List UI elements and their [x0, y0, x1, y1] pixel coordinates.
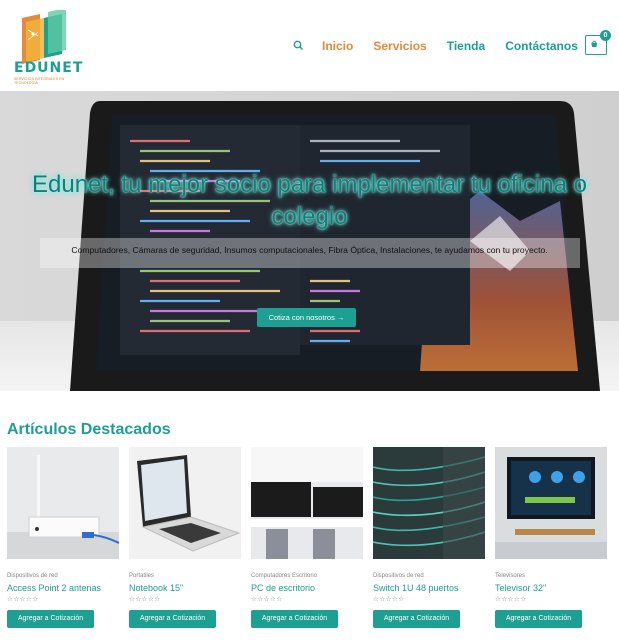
- add-to-quote-button[interactable]: Agregar a Cotización: [7, 610, 94, 628]
- product-name[interactable]: Notebook 15": [129, 583, 241, 593]
- featured-title: Artículos Destacados: [7, 421, 171, 438]
- product-card: Dispositivos de red Switch 1U 48 puertos…: [372, 447, 486, 628]
- add-to-quote-button[interactable]: Agregar a Cotización: [495, 610, 582, 628]
- site-header: EDUNET SERVICIOS INTEGRALES EN TECNOLOGÍ…: [0, 0, 619, 90]
- product-card: Portatiles Notebook 15" ☆☆☆☆☆ Agregar a …: [129, 447, 241, 628]
- product-name[interactable]: PC de escritorio: [251, 583, 363, 593]
- product-rating: ☆☆☆☆☆: [373, 596, 405, 603]
- nav-tienda[interactable]: Tienda: [447, 39, 485, 53]
- product-rating: ☆☆☆☆☆: [251, 596, 283, 603]
- hero-banner: Edunet, tu mejor socio para implementar …: [0, 91, 619, 391]
- product-card: Televisores Televisor 32" ☆☆☆☆☆ Agregar …: [495, 447, 607, 628]
- product-name[interactable]: Switch 1U 48 puertos: [373, 583, 485, 593]
- nav-inicio[interactable]: Inicio: [322, 39, 353, 53]
- hero-title: Edunet, tu mejor socio para implementar …: [32, 171, 587, 230]
- product-category: Dispositivos de red: [373, 573, 424, 579]
- product-rating: ☆☆☆☆☆: [129, 596, 161, 603]
- add-to-quote-button[interactable]: Agregar a Cotización: [129, 610, 216, 628]
- product-name[interactable]: Access Point 2 antenas: [7, 583, 119, 593]
- product-category: Televisores: [495, 573, 526, 579]
- cart-count-badge: 0: [600, 30, 611, 41]
- product-card: Dispositivos de red Access Point 2 anten…: [7, 447, 120, 628]
- tv-image[interactable]: [495, 447, 607, 559]
- brand-tagline: SERVICIOS INTEGRALES EN TECNOLOGÍA: [14, 77, 65, 85]
- desktop-pc-image[interactable]: [251, 447, 363, 559]
- cart-button[interactable]: 0: [585, 30, 611, 55]
- product-category: Dispositivos de red: [7, 573, 58, 579]
- nav-servicios[interactable]: Servicios: [373, 39, 426, 53]
- product-category: Portatiles: [129, 573, 155, 579]
- main-nav: Inicio Servicios Tienda Contáctanos: [290, 37, 598, 55]
- search-icon[interactable]: [290, 37, 308, 55]
- featured-products: Dispositivos de red Access Point 2 anten…: [7, 447, 619, 637]
- cotiza-button[interactable]: Cotiza con nosotros →: [257, 308, 356, 327]
- notebook-image[interactable]: [129, 447, 241, 559]
- nav-contactanos[interactable]: Contáctanos: [505, 39, 578, 53]
- brand-name: EDUNET: [14, 60, 84, 76]
- add-to-quote-button[interactable]: Agregar a Cotización: [251, 610, 338, 628]
- product-rating: ☆☆☆☆☆: [495, 596, 527, 603]
- switch-image[interactable]: [372, 447, 486, 559]
- product-category: Computadores Escritorio: [251, 573, 318, 579]
- hero-subtitle: Computadores, Cámaras de seguridad, Insu…: [71, 245, 548, 255]
- product-name[interactable]: Televisor 32": [495, 583, 607, 593]
- product-card: Computadores Escritorio PC de escritorio…: [251, 447, 363, 628]
- access-point-image[interactable]: [7, 447, 120, 559]
- add-to-quote-button[interactable]: Agregar a Cotización: [373, 610, 460, 628]
- product-rating: ☆☆☆☆☆: [7, 596, 39, 603]
